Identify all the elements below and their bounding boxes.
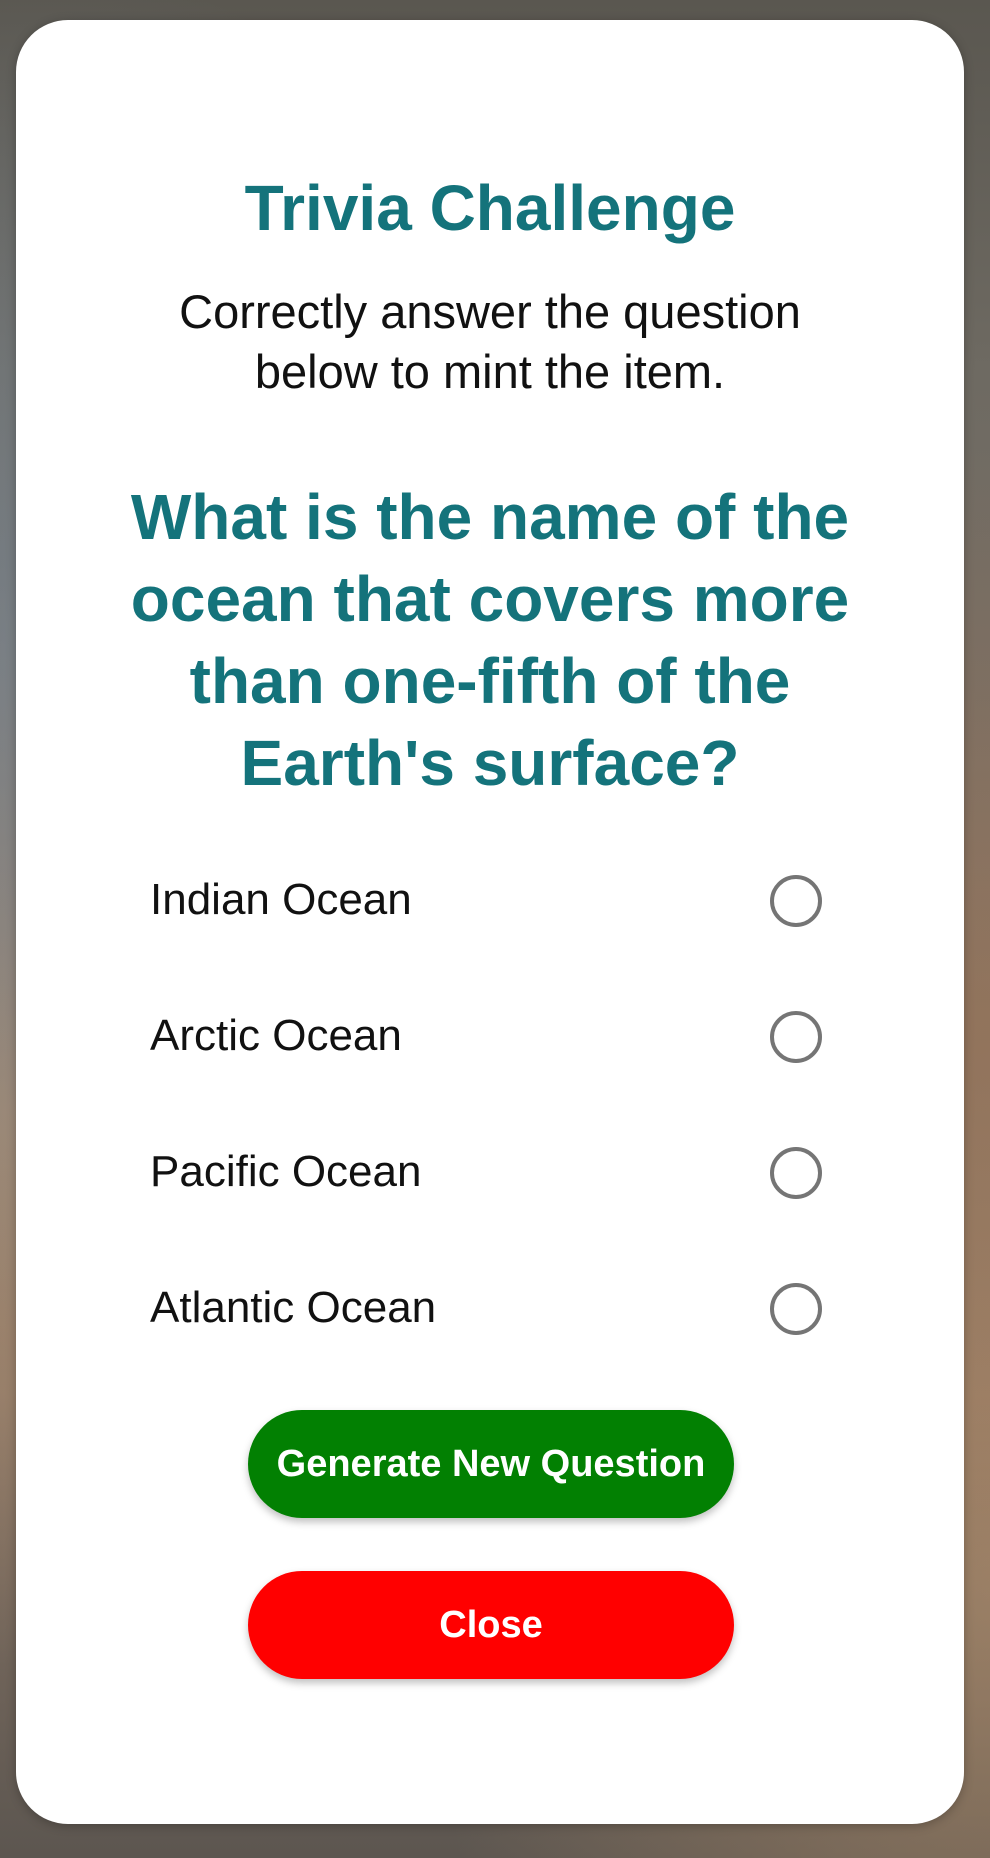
answer-option-arctic-ocean[interactable]: Arctic Ocean — [150, 996, 830, 1132]
generate-new-question-button[interactable]: Generate New Question — [248, 1410, 734, 1518]
answer-option-atlantic-ocean[interactable]: Atlantic Ocean — [150, 1268, 830, 1404]
answer-radio-button[interactable] — [770, 875, 822, 927]
answer-option-label: Indian Ocean — [150, 875, 412, 924]
answer-options: Indian Ocean Arctic Ocean Pacific Ocean … — [150, 860, 830, 1404]
answer-option-indian-ocean[interactable]: Indian Ocean — [150, 860, 830, 996]
answer-option-label: Atlantic Ocean — [150, 1283, 437, 1332]
close-button[interactable]: Close — [248, 1571, 734, 1679]
trivia-question: What is the name of the ocean that cover… — [130, 481, 850, 799]
answer-option-label: Arctic Ocean — [150, 1011, 402, 1060]
answer-radio-button[interactable] — [770, 1011, 822, 1063]
modal-instructions: Correctly answer the question below to m… — [179, 285, 801, 398]
modal-title: Trivia Challenge — [244, 172, 736, 244]
answer-radio-button[interactable] — [770, 1283, 822, 1335]
answer-radio-button[interactable] — [770, 1147, 822, 1199]
trivia-modal: Trivia Challenge Correctly answer the qu… — [16, 20, 964, 1824]
answer-option-label: Pacific Ocean — [150, 1147, 422, 1196]
answer-option-pacific-ocean[interactable]: Pacific Ocean — [150, 1132, 830, 1268]
